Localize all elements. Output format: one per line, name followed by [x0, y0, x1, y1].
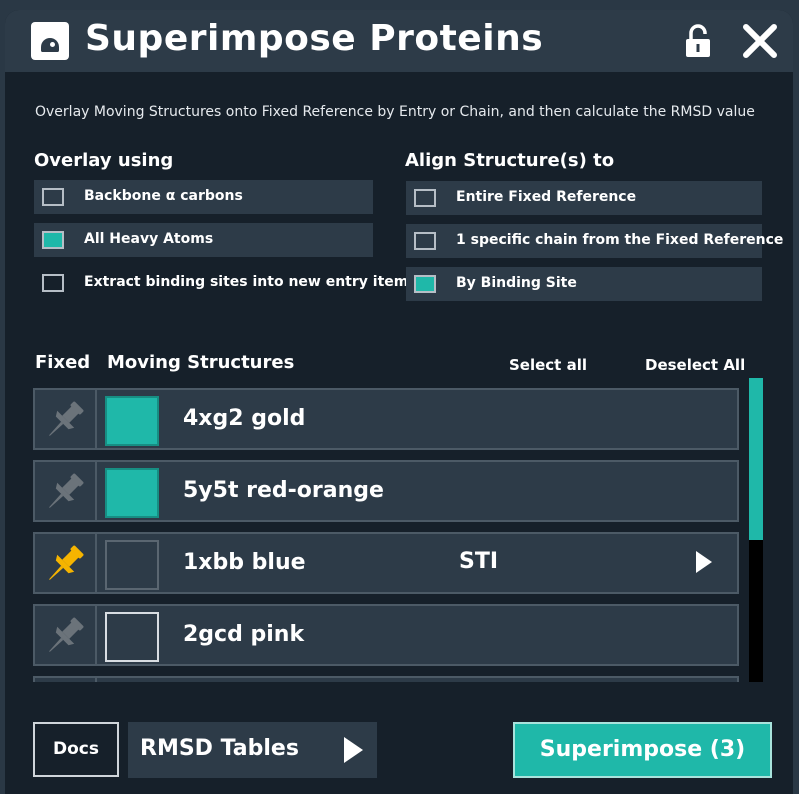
- table-row[interactable]: 1xbb blue STI: [33, 532, 739, 594]
- option-label: By Binding Site: [456, 275, 577, 291]
- align-option-binding-site[interactable]: By Binding Site: [406, 267, 762, 301]
- play-arrow-icon: [344, 737, 363, 763]
- overlay-option-extract-sites[interactable]: Extract binding sites into new entry ite…: [34, 266, 417, 300]
- title-bar: Superimpose Proteins: [5, 10, 793, 72]
- moving-column-header: Moving Structures: [107, 352, 295, 373]
- moving-select-checkbox[interactable]: [105, 468, 159, 518]
- docs-button-label: Docs: [53, 739, 99, 759]
- structure-name: 5y5t red-orange: [183, 478, 384, 503]
- align-option-chain[interactable]: 1 specific chain from the Fixed Referenc…: [406, 224, 783, 258]
- docs-button[interactable]: Docs: [33, 722, 119, 777]
- option-label: 1 specific chain from the Fixed Referenc…: [456, 232, 784, 248]
- window-title: Superimpose Proteins: [85, 18, 544, 59]
- close-icon[interactable]: [742, 24, 778, 58]
- unlock-icon[interactable]: [683, 24, 713, 58]
- align-option-entire[interactable]: Entire Fixed Reference: [406, 181, 762, 215]
- align-checkbox-1[interactable]: [414, 232, 436, 250]
- structure-name: 1xbb blue: [183, 550, 306, 575]
- overlay-checkbox-2[interactable]: [42, 274, 64, 292]
- fixed-pin-toggle[interactable]: [35, 462, 97, 520]
- structure-name: 4xg2 gold: [183, 406, 306, 431]
- fixed-pin-toggle[interactable]: [35, 534, 97, 592]
- option-label: Backbone α carbons: [84, 188, 243, 204]
- table-row[interactable]: 4xg2 gold: [33, 388, 739, 450]
- align-checkbox-2[interactable]: [414, 275, 436, 293]
- moving-select-checkbox[interactable]: [105, 612, 159, 662]
- moving-select-checkbox[interactable]: [105, 540, 159, 590]
- overlay-heading: Overlay using: [34, 150, 174, 171]
- option-label: Entire Fixed Reference: [456, 189, 637, 205]
- align-checkbox-0[interactable]: [414, 189, 436, 207]
- fixed-column-header: Fixed: [35, 352, 91, 373]
- overlay-checkbox-1[interactable]: [42, 231, 64, 249]
- select-all-button[interactable]: Select all: [509, 356, 587, 374]
- rmsd-tables-button[interactable]: RMSD Tables: [128, 722, 377, 778]
- superimpose-button[interactable]: Superimpose (3): [513, 722, 772, 778]
- pin-icon: [49, 473, 84, 508]
- table-row[interactable]: 4fl3 purple: [33, 676, 739, 682]
- option-label: All Heavy Atoms: [84, 231, 214, 247]
- scrollbar-thumb[interactable]: [749, 378, 763, 540]
- list-scrollbar[interactable]: [749, 378, 763, 682]
- pin-icon: [49, 401, 84, 436]
- deselect-all-button[interactable]: Deselect All: [645, 356, 745, 374]
- table-row[interactable]: 2gcd pink: [33, 604, 739, 666]
- moving-select-checkbox[interactable]: [105, 396, 159, 446]
- fixed-pin-toggle[interactable]: [35, 606, 97, 664]
- structure-name: 2gcd pink: [183, 622, 305, 647]
- fixed-pin-toggle[interactable]: [35, 678, 97, 682]
- structure-list[interactable]: 4xg2 gold 5y5t red-orange 1xbb blue STI 2gcd…: [33, 378, 743, 682]
- expand-arrow-icon[interactable]: [695, 550, 713, 574]
- superimpose-button-label: Superimpose (3): [539, 737, 746, 762]
- pin-icon: [49, 545, 84, 580]
- overlay-checkbox-0[interactable]: [42, 188, 64, 206]
- align-heading: Align Structure(s) to: [405, 150, 615, 171]
- superimpose-window: Superimpose Proteins Overlay Moving Stru…: [5, 10, 793, 794]
- overlay-option-heavy-atoms[interactable]: All Heavy Atoms: [34, 223, 373, 257]
- pin-icon: [49, 617, 84, 652]
- description: Overlay Moving Structures onto Fixed Ref…: [35, 104, 755, 120]
- binding-site-label: STI: [459, 549, 499, 574]
- rmsd-tables-label: RMSD Tables: [140, 736, 299, 761]
- table-row[interactable]: 5y5t red-orange: [33, 460, 739, 522]
- option-label: Extract binding sites into new entry ite…: [84, 274, 417, 290]
- fixed-pin-toggle[interactable]: [35, 390, 97, 448]
- overlay-option-backbone[interactable]: Backbone α carbons: [34, 180, 373, 214]
- app-icon: [31, 22, 69, 60]
